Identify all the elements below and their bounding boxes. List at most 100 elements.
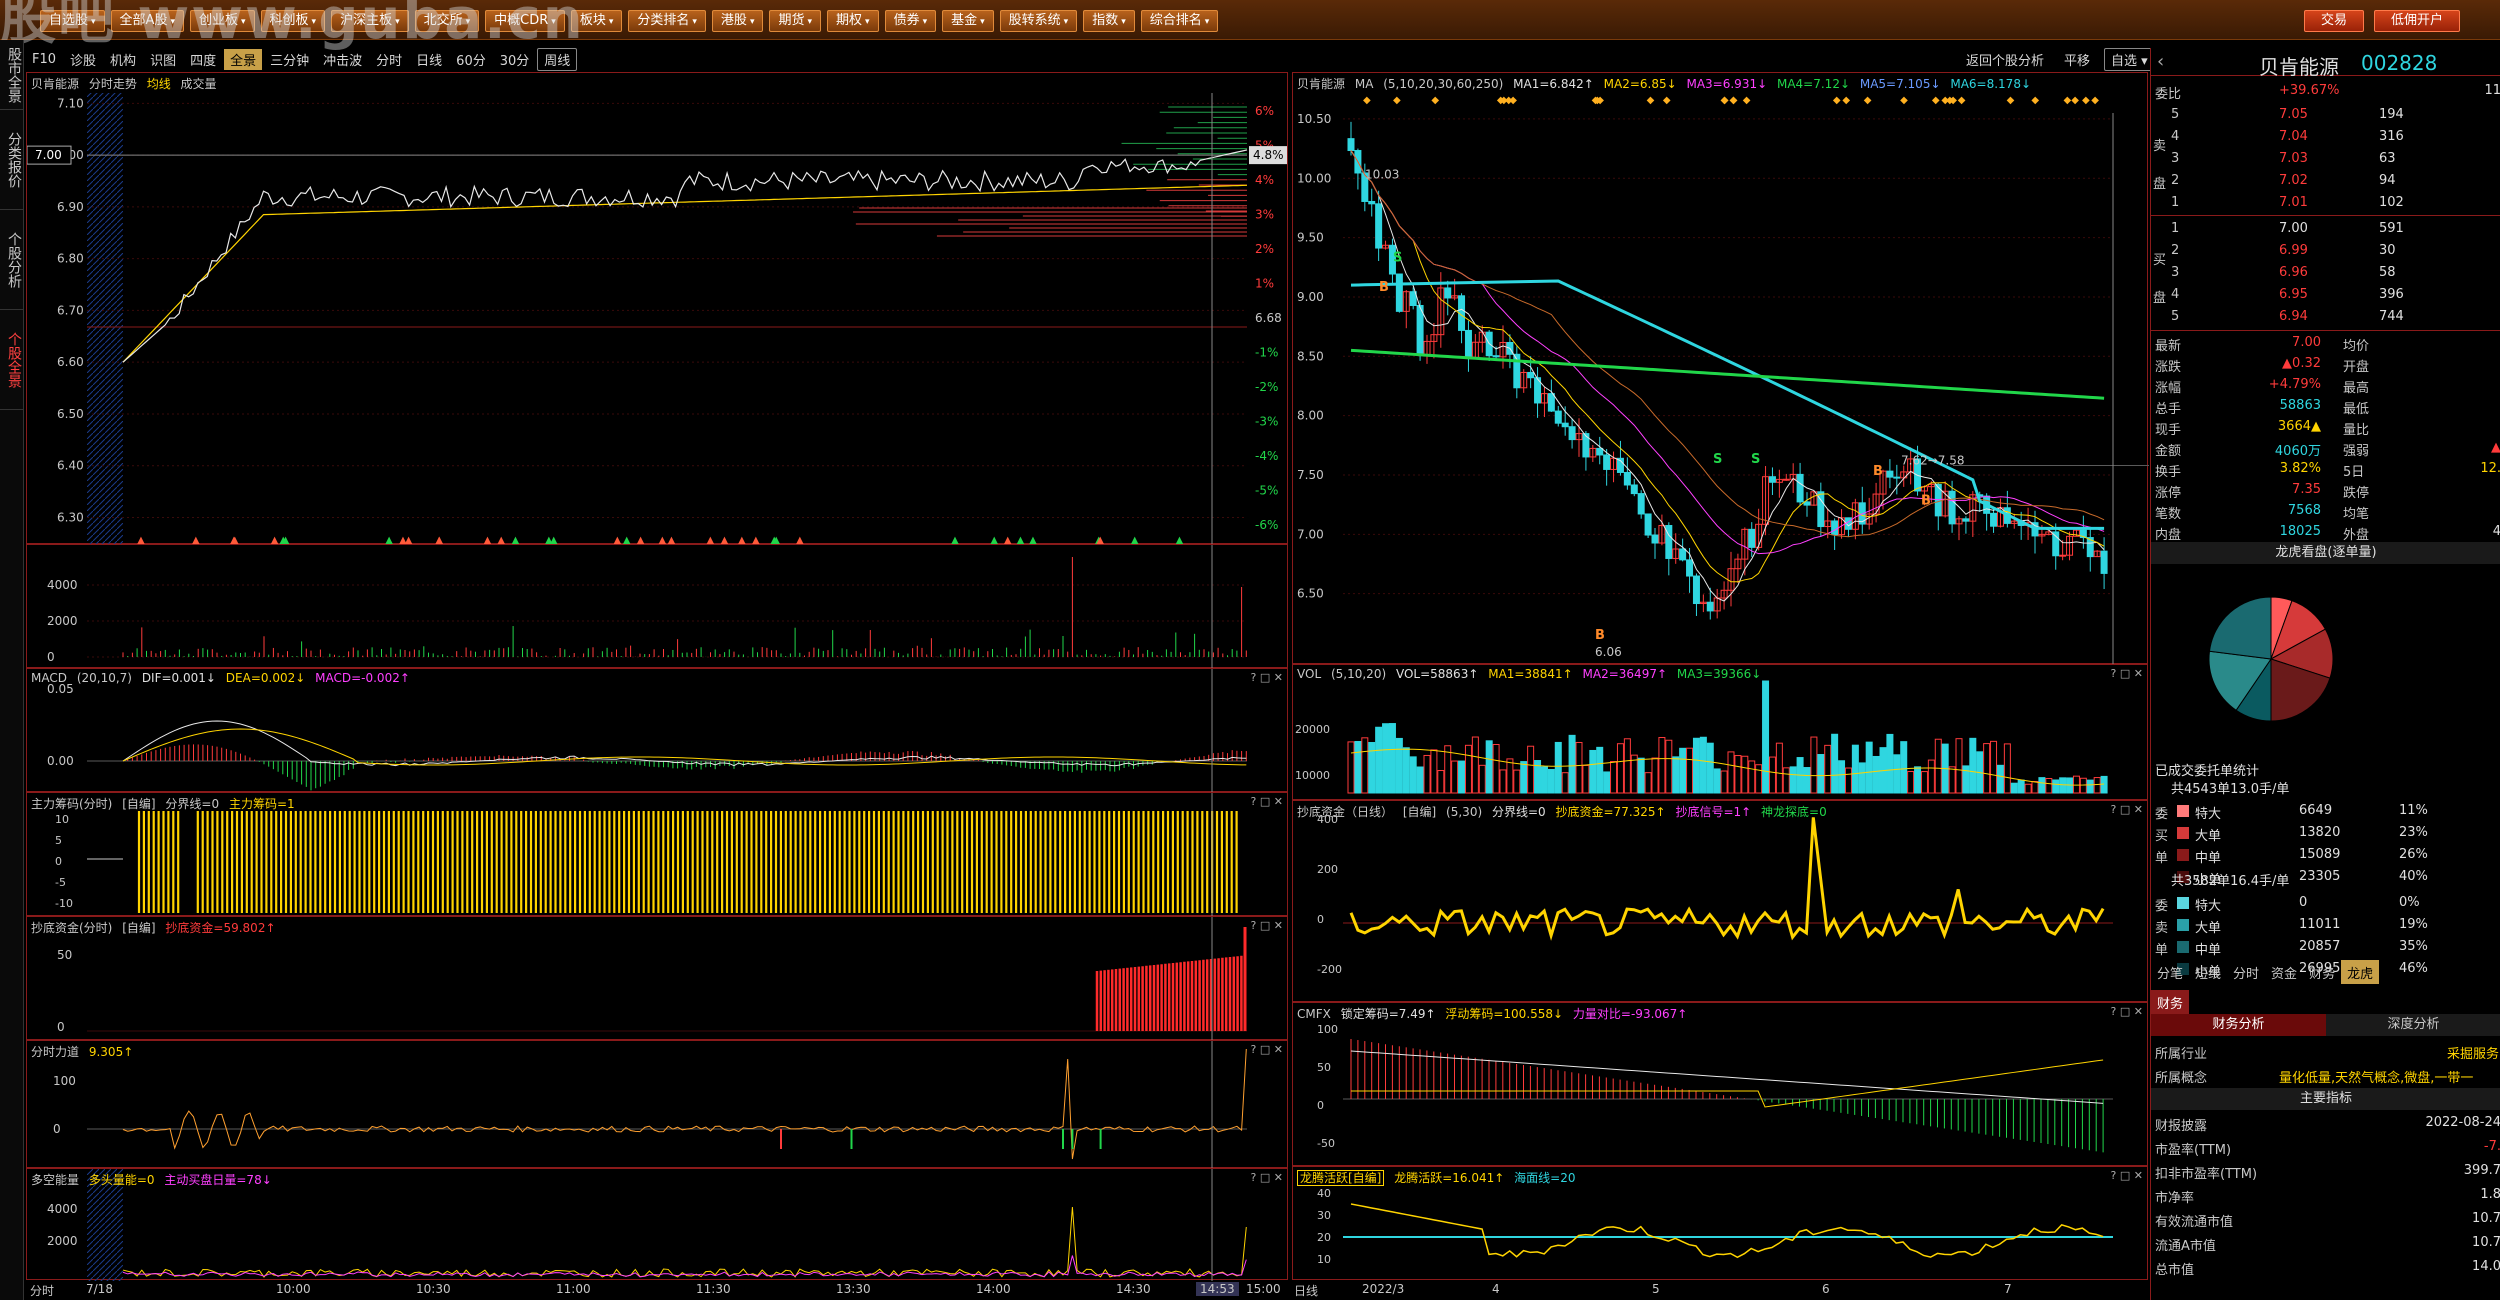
panel-controls[interactable]: ? □ ✕ xyxy=(2111,667,2143,680)
panel-controls[interactable]: ? □ ✕ xyxy=(2111,803,2143,816)
tab-category-quotes[interactable]: 分类报价 xyxy=(0,110,24,210)
nav-button[interactable]: 港股 ▾ xyxy=(711,10,764,32)
stat-row: 现手 3664▲ 量比 xyxy=(2151,416,2500,438)
trade-button[interactable]: 交易 xyxy=(2303,10,2364,32)
buy-row[interactable]: 1 7.00 591 xyxy=(2151,218,2500,240)
finance-row: 扣非市盈率(TTM) 399.7 xyxy=(2151,1160,2500,1182)
cmfx-name[interactable]: CMFX xyxy=(1297,1007,1331,1021)
view-button[interactable]: 机构 xyxy=(104,49,142,70)
quote-tab[interactable]: 分笔 xyxy=(2151,960,2189,984)
deep-analysis-tab[interactable]: 深度分析 xyxy=(2326,1014,2500,1036)
multi-name[interactable]: 多空能量 xyxy=(31,1173,79,1187)
stat-row: 涨跌 ▲0.32 开盘 xyxy=(2151,353,2500,375)
bottom-fund-sel[interactable]: [自编] xyxy=(122,921,155,935)
panel-controls[interactable]: ? □ ✕ xyxy=(1251,1043,1283,1056)
view-button[interactable]: 全景 xyxy=(224,48,263,70)
order-size-label: 大单 xyxy=(2195,921,2222,936)
view-button[interactable]: 日线 xyxy=(410,49,448,70)
nav-button[interactable]: 指数 ▾ xyxy=(1083,10,1135,32)
dragon-name[interactable]: 龙腾活跃[自编] xyxy=(1297,1170,1385,1186)
back-arrow-icon[interactable]: ‹ xyxy=(2157,51,2164,72)
dbf-name[interactable]: 抄底资金（日线） xyxy=(1297,805,1393,819)
panel-controls[interactable]: ? □ ✕ xyxy=(2111,1005,2143,1018)
order-pct: 35% xyxy=(2399,939,2428,954)
force-title: 分时力道 9.305↑ xyxy=(31,1043,139,1060)
intraday-chart[interactable]: 7.107.006.906.806.706.606.506.406.306%5%… xyxy=(26,73,1289,546)
view-button[interactable]: 60分 xyxy=(450,49,492,70)
svg-text:◆: ◆ xyxy=(1932,95,1940,106)
time-tick[interactable]: 分时 xyxy=(30,1282,54,1299)
quote-tab[interactable]: 短线 xyxy=(2189,960,2227,984)
time-tick: 10:00 xyxy=(276,1282,311,1296)
buy-row[interactable]: 5 6.94 744 xyxy=(2151,306,2500,328)
legend-swatch xyxy=(2177,805,2189,817)
sell-row[interactable]: 1 7.01 102 xyxy=(2151,192,2500,214)
view-button[interactable]: F10 xyxy=(26,51,62,68)
view-button[interactable]: 识图 xyxy=(144,49,182,70)
vol-name[interactable]: VOL xyxy=(1297,667,1321,681)
buy-row[interactable]: 2 6.99 30 xyxy=(2151,240,2500,262)
tab-market-overview[interactable]: 股市全景 xyxy=(0,40,24,110)
tab-stock-overview[interactable]: 个股全景 xyxy=(0,310,24,410)
buy-row[interactable]: 3 6.96 58 xyxy=(2151,262,2500,284)
daily-candlestick-chart[interactable]: 10.5010.009.509.008.508.007.507.006.50◆ ◆… xyxy=(1293,73,2149,665)
quote-tab[interactable]: 资金 xyxy=(2265,960,2303,984)
nav-button[interactable]: 期货 ▾ xyxy=(769,10,822,32)
macd-chart[interactable]: 0.050.00 xyxy=(27,669,1289,793)
nav-button[interactable]: 基金 ▾ xyxy=(942,10,994,32)
buy-volume: 58 xyxy=(2379,265,2396,280)
open-account-button[interactable]: 低佣开户 xyxy=(2373,10,2460,32)
order-pct: 26% xyxy=(2399,847,2428,862)
nav-button[interactable]: 期权 ▾ xyxy=(827,10,879,32)
sell-row[interactable]: 3 7.03 63 xyxy=(2151,148,2500,170)
view-button[interactable]: 四度 xyxy=(184,49,222,70)
quote-tab[interactable]: 分时 xyxy=(2227,960,2265,984)
view-button[interactable]: 分时 xyxy=(370,49,408,70)
sell-row[interactable]: 5 7.05 194 xyxy=(2151,104,2500,126)
panel-controls[interactable]: ? □ ✕ xyxy=(1251,671,1283,684)
panel-controls[interactable]: ? □ ✕ xyxy=(1251,919,1283,932)
daily-volume-chart[interactable]: 20000 10000 xyxy=(1293,665,2149,801)
finance-tab[interactable]: 财务 xyxy=(2151,990,2190,1014)
force-chart[interactable]: 100 0 xyxy=(27,1041,1289,1169)
finance-value: 2022-08-24 xyxy=(2425,1115,2500,1130)
finance-analysis-tab[interactable]: 财务分析 xyxy=(2151,1014,2326,1036)
main-chip-name[interactable]: 主力筹码(分时) xyxy=(31,797,112,811)
back-to-analysis-link[interactable]: 返回个股分析 xyxy=(1960,49,2050,70)
concept-value[interactable]: 量化低量,天然气概念,微盘,一带一 xyxy=(2279,1067,2473,1086)
nav-button[interactable]: 债券 ▾ xyxy=(884,10,937,32)
view-button[interactable]: 30分 xyxy=(494,49,536,70)
view-button[interactable]: 周线 xyxy=(537,47,578,71)
ma-label[interactable]: MA xyxy=(1355,77,1374,91)
intraday-volume-chart[interactable]: 4000 2000 0 xyxy=(27,545,1289,669)
date-tick[interactable]: 日线 xyxy=(1294,1282,1318,1299)
macd-name[interactable]: MACD xyxy=(31,671,67,685)
cmfx-chart[interactable]: 100 50 0 -50 xyxy=(1293,1003,2149,1167)
panel-controls[interactable]: ? □ ✕ xyxy=(2111,1169,2143,1182)
pan-button[interactable]: 平移 xyxy=(2058,49,2096,70)
daily-bottom-fund-chart[interactable]: 4002000-200 xyxy=(1293,801,2149,1003)
nav-button[interactable]: 分类排名 ▾ xyxy=(628,10,706,32)
dbf-sel[interactable]: [自编] xyxy=(1403,805,1436,819)
nav-button[interactable]: 综合排名 ▾ xyxy=(1140,10,1219,32)
sell-row[interactable]: 2 7.02 94 xyxy=(2151,170,2500,192)
quote-tab[interactable]: 龙虎 xyxy=(2341,960,2380,984)
quote-tab[interactable]: 财务 xyxy=(2303,960,2341,984)
level-label: 2 xyxy=(2171,173,2180,188)
view-button[interactable]: 三分钟 xyxy=(264,49,315,70)
sell-row[interactable]: 4 7.04 316 xyxy=(2151,126,2500,148)
view-button[interactable]: 诊股 xyxy=(64,49,102,70)
industry-value[interactable]: 采掘服务 xyxy=(2447,1043,2499,1062)
panel-controls[interactable]: ? □ ✕ xyxy=(1251,795,1283,808)
buy-volume: 744 xyxy=(2379,309,2404,324)
tab-stock-analysis[interactable]: 个股分析 xyxy=(0,210,24,310)
buy-row[interactable]: 4 6.95 396 xyxy=(2151,284,2500,306)
watchlist-dropdown[interactable]: 自选 ▾ xyxy=(2104,48,2155,71)
nav-button[interactable]: 股转系统 ▾ xyxy=(999,10,1078,32)
sell-price: 7.01 xyxy=(2279,195,2308,210)
view-button[interactable]: 冲击波 xyxy=(317,49,368,70)
main-chip-sel[interactable]: [自编] xyxy=(122,797,155,811)
bottom-fund-name[interactable]: 抄底资金(分时) xyxy=(31,921,112,935)
force-name[interactable]: 分时力道 xyxy=(31,1045,79,1059)
panel-controls[interactable]: ? □ ✕ xyxy=(1251,1171,1283,1184)
